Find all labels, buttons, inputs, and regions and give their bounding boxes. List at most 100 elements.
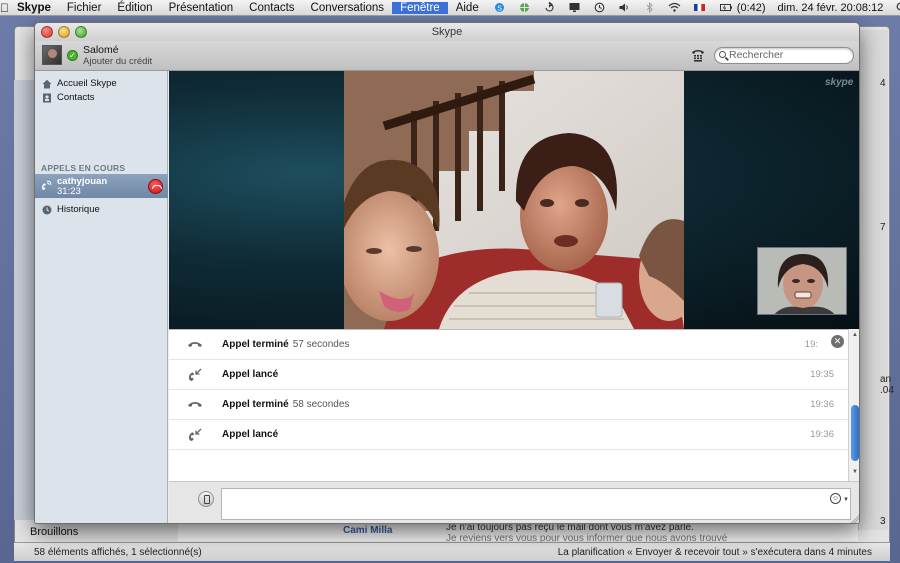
background-mail-sidebar: [14, 80, 36, 520]
close-icon[interactable]: ✕: [831, 335, 844, 348]
search-icon: [719, 51, 726, 58]
scroll-up-icon[interactable]: ▲: [852, 332, 858, 338]
call-ended-icon: [188, 342, 202, 347]
chevron-down-icon[interactable]: ▼: [843, 497, 849, 503]
history-label-text: Appel lancé: [222, 429, 279, 440]
message-input[interactable]: [221, 488, 851, 520]
background-mail-edge: [858, 30, 888, 530]
time-machine-icon[interactable]: [587, 2, 612, 14]
mail-status-schedule: La planification « Envoyer & recevoir to…: [557, 546, 872, 558]
mail-status-count: 58 éléments affichés, 1 sélectionné(s): [34, 546, 202, 558]
menu-fichier[interactable]: Fichier: [59, 2, 110, 14]
menu-contacts[interactable]: Contacts: [241, 2, 302, 14]
wifi-icon[interactable]: [662, 2, 687, 14]
menu-app-skype[interactable]: Skype: [9, 2, 59, 14]
background-edge-text: an: [880, 374, 892, 385]
menu-fenetre[interactable]: Fenêtre: [392, 1, 448, 14]
sms-mode-button[interactable]: [198, 491, 214, 507]
history-label: Appel lancé: [222, 429, 278, 440]
display-icon[interactable]: [562, 2, 587, 14]
background-edge-text: 7: [880, 222, 886, 233]
search-placeholder: Rechercher: [729, 49, 784, 61]
globe-icon[interactable]: [512, 2, 537, 14]
hang-up-button[interactable]: [148, 179, 163, 194]
sidebar-label-contacts: Contacts: [57, 92, 95, 103]
menu-clock[interactable]: dim. 24 févr. 20:08:12: [772, 2, 890, 14]
dialpad-icon[interactable]: [691, 48, 705, 62]
sidebar-item-active-call[interactable]: cathyjouan 31:23: [35, 174, 168, 198]
background-edge-text: .04: [880, 385, 894, 396]
mail-folder-drafts[interactable]: Brouillons: [30, 526, 78, 538]
history-time: 19:36: [810, 429, 834, 440]
history-time: 19:35: [810, 369, 834, 380]
outgoing-call-icon: [188, 428, 202, 441]
resize-grip[interactable]: [851, 515, 859, 523]
history-label-text: Appel lancé: [222, 369, 279, 380]
menu-edition[interactable]: Édition: [109, 2, 160, 14]
menu-aide[interactable]: Aide: [448, 2, 487, 14]
status-area: S (0:42) dim. 24 févr. 20:08:12: [487, 0, 900, 16]
skype-titlebar[interactable]: Skype: [35, 23, 859, 41]
avatar[interactable]: [42, 45, 62, 65]
history-label: Appel terminé 58 secondes: [222, 399, 349, 410]
search-input[interactable]: Rechercher: [714, 47, 854, 64]
sync-icon[interactable]: [537, 2, 562, 14]
menu-bar:  Skype Fichier Édition Présentation Con…: [0, 0, 900, 16]
self-video-image: [758, 248, 846, 314]
section-active-calls: APPELS EN COURS: [41, 163, 126, 173]
list-item[interactable]: Appel lancé 19:36: [169, 420, 848, 450]
sidebar-label-home: Accueil Skype: [57, 78, 117, 89]
contacts-icon: [43, 93, 51, 103]
sidebar-item-home[interactable]: Accueil Skype: [35, 77, 168, 91]
list-item[interactable]: Appel lancé 19:35: [169, 360, 848, 390]
volume-icon[interactable]: [612, 2, 637, 14]
active-call-duration: 31:23: [57, 186, 81, 197]
menu-presentation[interactable]: Présentation: [161, 2, 242, 14]
history-time: 19:: [804, 339, 818, 350]
history-scrollbar[interactable]: ▲ ▼: [848, 329, 859, 481]
online-status-icon[interactable]: ✓: [67, 50, 78, 61]
menu-conversations[interactable]: Conversations: [303, 2, 393, 14]
user-name[interactable]: Salomé: [83, 44, 119, 56]
window-title: Skype: [431, 26, 463, 38]
window-controls: [41, 26, 87, 38]
history-label: Appel terminé 57 secondes: [222, 339, 349, 350]
skype-status-icon[interactable]: S: [487, 2, 512, 14]
mail-sender: Cami Milla: [343, 525, 393, 536]
skype-toolbar: ✓ Salomé Ajouter du crédit Rechercher: [35, 41, 859, 71]
sidebar-item-contacts[interactable]: Contacts: [35, 91, 168, 105]
outgoing-call-icon: [188, 368, 202, 381]
svg-text:S: S: [497, 5, 502, 12]
spotlight-icon[interactable]: [889, 2, 900, 14]
history-label: Appel lancé: [222, 369, 278, 380]
sidebar-label-history: Historique: [57, 204, 100, 215]
call-history-list: Appel terminé 57 secondes 19: ✕ Appel lan…: [169, 329, 848, 481]
battery-status[interactable]: (0:42): [712, 2, 772, 14]
minimize-window-button[interactable]: [58, 26, 70, 38]
sidebar-item-history[interactable]: Historique: [35, 203, 168, 217]
add-credit-link[interactable]: Ajouter du crédit: [83, 56, 152, 67]
scroll-down-icon[interactable]: ▼: [852, 469, 858, 475]
history-detail: 58 secondes: [292, 399, 350, 410]
skype-window: Skype ✓ Salomé Ajouter du crédit Recherc…: [34, 22, 860, 524]
mail-status-bar: 58 éléments affichés, 1 sélectionné(s) L…: [14, 542, 890, 561]
apple-menu-icon[interactable]: : [0, 1, 9, 15]
message-composer: ☺ ▼: [169, 481, 859, 523]
history-label-text: Appel terminé: [222, 399, 289, 410]
bluetooth-icon[interactable]: [637, 2, 662, 14]
history-detail: 57 secondes: [292, 339, 350, 350]
background-edge-text: 3: [880, 516, 886, 527]
close-window-button[interactable]: [41, 26, 53, 38]
self-video-preview[interactable]: [757, 247, 847, 315]
scrollbar-thumb[interactable]: [851, 405, 859, 461]
zoom-window-button[interactable]: [75, 26, 87, 38]
list-item[interactable]: Appel terminé 58 secondes 19:36: [169, 390, 848, 420]
video-call-area[interactable]: skype: [169, 71, 859, 329]
phone-signal-icon: [41, 180, 52, 190]
background-edge-text: 4: [880, 78, 886, 89]
battery-time: (0:42): [727, 1, 766, 14]
french-flag-icon[interactable]: [687, 2, 712, 14]
emoticon-icon[interactable]: ☺: [830, 493, 841, 504]
clock-icon: [42, 205, 52, 215]
list-item[interactable]: Appel terminé 57 secondes 19: ✕: [169, 330, 848, 360]
